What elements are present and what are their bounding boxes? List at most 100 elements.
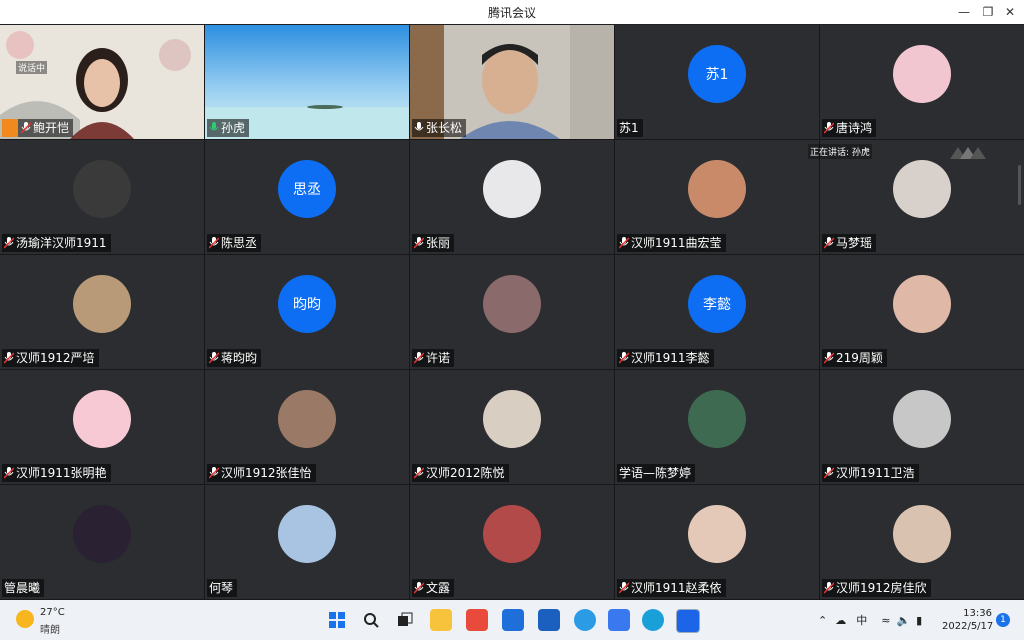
close-button[interactable]: ✕ (996, 0, 1024, 24)
avatar: 李懿 (688, 275, 746, 333)
participant-name: 管晨曦 (2, 579, 45, 597)
host-icon (2, 119, 18, 137)
mic-muted-icon (4, 467, 14, 479)
edge-beta-icon[interactable] (642, 609, 664, 631)
participant-tile[interactable]: 唐诗鸿 (820, 25, 1024, 139)
speaking-tag: 说话中 (16, 61, 48, 74)
volume-icon[interactable]: 🔈 (896, 614, 910, 627)
mic-muted-icon (824, 467, 834, 479)
mic-active-icon (209, 122, 219, 131)
avatar (483, 275, 541, 333)
participant-name: 张丽 (412, 234, 455, 252)
participant-tile[interactable]: 汉师1912张佳怡 (205, 370, 409, 484)
participant-name: 蒋昀昀 (207, 349, 262, 367)
battery-icon[interactable]: ▮ (916, 614, 922, 627)
task-view-icon[interactable] (394, 609, 416, 631)
participant-tile[interactable]: 文露 (410, 485, 614, 599)
title-bar: 腾讯会议 — ❐ ✕ (0, 0, 1024, 24)
participant-name: 汉师1911张明艳 (2, 464, 111, 482)
participant-tile[interactable]: 李懿 汉师1911李懿 (615, 255, 819, 369)
cloud-icon[interactable]: ☁ (835, 614, 846, 627)
participant-tile[interactable]: 何琴 (205, 485, 409, 599)
participant-name: 许诺 (412, 349, 455, 367)
participant-tile[interactable]: 孙虎 (205, 25, 409, 139)
avatar (893, 505, 951, 563)
participant-tile[interactable]: 苏1 苏1 (615, 25, 819, 139)
avatar: 昀昀 (278, 275, 336, 333)
wps-icon[interactable] (608, 609, 630, 631)
avatar: 苏1 (688, 45, 746, 103)
clock-time[interactable]: 13:36 (960, 608, 992, 619)
mic-muted-icon (619, 582, 629, 594)
mic-muted-icon (824, 352, 834, 364)
participant-tile[interactable]: 汉师1912房佳欣 (820, 485, 1024, 599)
avatar (688, 390, 746, 448)
mic-muted-icon (209, 237, 219, 249)
sticky-notes-icon[interactable] (538, 609, 560, 631)
participant-tile[interactable]: 昀昀 蒋昀昀 (205, 255, 409, 369)
mic-muted-icon (414, 582, 424, 594)
participant-tile[interactable]: 汉师1912严培 (0, 255, 204, 369)
grid-page-indicator-icon[interactable] (948, 143, 988, 163)
participant-tile[interactable]: 汤瑜洋汉师1911 (0, 140, 204, 254)
avatar (483, 160, 541, 218)
taskbar: 27°C 晴朗 ⌃ ☁ 中 ≈ 🔈 ▮ 13:36 2022/5/17 1 (0, 600, 1024, 640)
mic-muted-icon (619, 352, 629, 364)
notification-badge[interactable]: 1 (996, 613, 1010, 627)
mic-muted-icon (824, 237, 834, 249)
participant-tile[interactable]: 219周颖 (820, 255, 1024, 369)
participant-tile[interactable]: 张丽 (410, 140, 614, 254)
participant-tile[interactable]: 汉师1911卫浩 (820, 370, 1024, 484)
participant-tile[interactable]: 思丞 陈思丞 (205, 140, 409, 254)
ime-indicator[interactable]: 中 (856, 612, 867, 628)
windows-start-icon[interactable] (326, 609, 348, 631)
avatar (278, 505, 336, 563)
participant-name: 鲍开恺 (2, 119, 74, 137)
wifi-icon[interactable]: ≈ (881, 614, 890, 627)
search-icon[interactable] (360, 609, 382, 631)
participant-tile[interactable]: 管晨曦 (0, 485, 204, 599)
participant-name: 汉师1911曲宏莹 (617, 234, 726, 252)
window-title: 腾讯会议 (487, 6, 536, 20)
mic-muted-icon (4, 352, 14, 364)
participant-tile[interactable]: 汉师2012陈悦 (410, 370, 614, 484)
participant-tile[interactable]: 汉师1911曲宏莹 (615, 140, 819, 254)
mic-muted-icon (209, 352, 219, 364)
mic-muted-icon (619, 237, 629, 249)
avatar (73, 390, 131, 448)
participant-name: 张长松 (412, 119, 467, 137)
participant-name: 孙虎 (207, 119, 250, 137)
mic-muted-icon (414, 352, 424, 364)
participant-tile[interactable]: 许诺 (410, 255, 614, 369)
avatar (688, 160, 746, 218)
chevron-up-icon[interactable]: ⌃ (818, 614, 827, 627)
grid-scrollbar[interactable] (1018, 165, 1021, 205)
avatar (893, 275, 951, 333)
participant-name: 文露 (412, 579, 455, 597)
avatar (893, 160, 951, 218)
mic-muted-icon (21, 122, 31, 134)
participant-tile[interactable]: 张长松 (410, 25, 614, 139)
edge-icon[interactable] (574, 609, 596, 631)
mail-icon[interactable] (502, 609, 524, 631)
weather-sun-icon[interactable] (16, 610, 34, 628)
file-explorer-icon[interactable] (430, 609, 452, 631)
participant-tile[interactable]: 说话中 鲍开恺 (0, 25, 204, 139)
mic-muted-icon (824, 582, 834, 594)
weather-condition: 晴朗 (40, 625, 60, 636)
mic-muted-icon (824, 122, 834, 134)
tencent-meeting-icon[interactable] (676, 609, 700, 633)
participant-tile[interactable]: 汉师1911张明艳 (0, 370, 204, 484)
active-speaker-label: 正在讲话: 孙虎 (808, 144, 872, 159)
participant-tile[interactable]: 学语—陈梦婷 (615, 370, 819, 484)
clock-date[interactable]: 2022/5/17 (942, 621, 993, 632)
participant-name: 汉师1911李懿 (617, 349, 714, 367)
avatar (483, 390, 541, 448)
avatar: 思丞 (278, 160, 336, 218)
mic-muted-icon (209, 467, 219, 479)
participant-tile[interactable]: 汉师1911赵柔依 (615, 485, 819, 599)
mic-icon (414, 122, 424, 131)
store-icon[interactable] (466, 609, 488, 631)
weather-temp: 27°C (40, 607, 65, 618)
mic-muted-icon (414, 237, 424, 249)
